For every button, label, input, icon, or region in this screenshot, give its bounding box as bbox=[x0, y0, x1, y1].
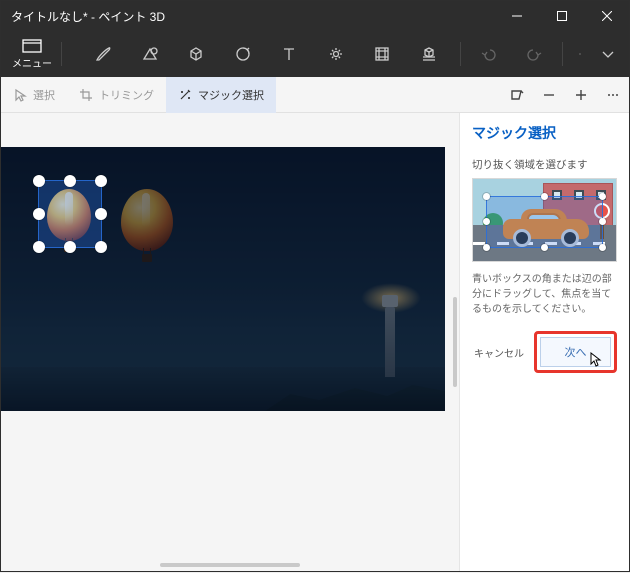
magic-select-box[interactable] bbox=[39, 181, 101, 247]
panel-button-row: キャンセル 次へ bbox=[472, 331, 617, 373]
more-button[interactable] bbox=[597, 77, 629, 113]
minimize-button[interactable] bbox=[494, 1, 539, 31]
handle-w[interactable] bbox=[33, 208, 45, 220]
maximize-button[interactable] bbox=[539, 1, 584, 31]
next-button-highlight: 次へ bbox=[534, 331, 617, 373]
cursor-icon bbox=[590, 352, 602, 368]
crop-label: トリミング bbox=[99, 87, 154, 103]
text-tool[interactable] bbox=[266, 31, 313, 77]
view-3d-button[interactable] bbox=[501, 77, 533, 113]
titlebar: タイトルなし* - ペイント 3D bbox=[1, 1, 629, 31]
canvas-tool[interactable] bbox=[359, 31, 406, 77]
secondary-toolbar: 選択 トリミング マジック選択 bbox=[1, 77, 629, 113]
magic-select-label: マジック選択 bbox=[198, 87, 264, 103]
example-illustration bbox=[472, 178, 617, 262]
select-label: 選択 bbox=[33, 87, 55, 103]
handle-n[interactable] bbox=[64, 175, 76, 187]
select-tool[interactable]: 選択 bbox=[1, 77, 67, 113]
magic-select-panel: マジック選択 切り抜く領域を選びます 青いボックスの角または辺の部分にドラッグし… bbox=[459, 113, 629, 571]
next-button-label: 次へ bbox=[565, 344, 587, 360]
top-toolbar: メニュー bbox=[1, 31, 629, 77]
example-selection bbox=[487, 197, 602, 247]
canvas[interactable] bbox=[1, 147, 445, 411]
panel-hint: 青いボックスの角または辺の部分にドラッグして、焦点を当てるものを示してください。 bbox=[472, 272, 617, 317]
zoom-out-button[interactable] bbox=[533, 77, 565, 113]
next-button[interactable]: 次へ bbox=[540, 337, 611, 367]
handle-sw[interactable] bbox=[33, 241, 45, 253]
cancel-button[interactable]: キャンセル bbox=[472, 337, 526, 367]
stickers-tool[interactable] bbox=[220, 31, 267, 77]
panel-section-label: 切り抜く領域を選びます bbox=[472, 157, 617, 172]
zoom-in-button[interactable] bbox=[565, 77, 597, 113]
paint3d-window: タイトルなし* - ペイント 3D メニュー bbox=[1, 1, 629, 571]
shapes-3d-tool[interactable] bbox=[173, 31, 220, 77]
panel-title: マジック選択 bbox=[472, 123, 617, 143]
workspace: マジック選択 切り抜く領域を選びます 青いボックスの角または辺の部分にドラッグし… bbox=[1, 113, 629, 571]
paste-button[interactable] bbox=[567, 31, 593, 77]
window-title: タイトルなし* - ペイント 3D bbox=[1, 8, 165, 25]
close-button[interactable] bbox=[584, 1, 629, 31]
canvas-horizontal-scrollbar[interactable] bbox=[160, 563, 300, 567]
undo-button[interactable] bbox=[465, 31, 512, 77]
brush-tool[interactable] bbox=[80, 31, 127, 77]
redo-button[interactable] bbox=[512, 31, 559, 77]
menu-label: メニュー bbox=[12, 55, 52, 70]
handle-ne[interactable] bbox=[95, 175, 107, 187]
canvas-vertical-scrollbar[interactable] bbox=[453, 297, 457, 387]
handle-e[interactable] bbox=[95, 208, 107, 220]
handle-se[interactable] bbox=[95, 241, 107, 253]
menu-button[interactable]: メニュー bbox=[7, 39, 57, 70]
effects-tool[interactable] bbox=[313, 31, 360, 77]
canvas-area bbox=[1, 113, 459, 571]
shapes-2d-tool[interactable] bbox=[127, 31, 174, 77]
magic-select-tool[interactable]: マジック選択 bbox=[166, 77, 276, 113]
history-dropdown[interactable] bbox=[593, 31, 623, 77]
crop-tool[interactable]: トリミング bbox=[67, 77, 166, 113]
handle-nw[interactable] bbox=[33, 175, 45, 187]
handle-s[interactable] bbox=[64, 241, 76, 253]
3d-library-tool[interactable] bbox=[406, 31, 453, 77]
